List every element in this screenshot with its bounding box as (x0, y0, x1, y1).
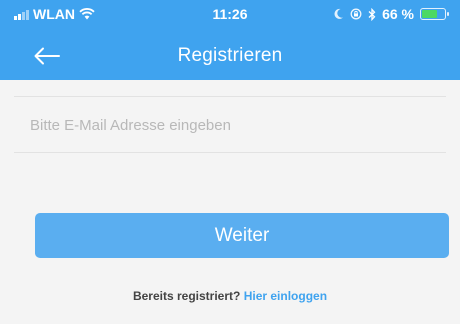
login-prompt: Bereits registriert? Hier einloggen (0, 289, 460, 303)
app-header: WLAN 11:26 66 % Registrieren (0, 0, 460, 80)
continue-button[interactable]: Weiter (35, 213, 449, 258)
battery-percent: 66 % (382, 6, 414, 22)
login-link[interactable]: Hier einloggen (244, 289, 327, 303)
divider-top (14, 96, 446, 97)
lock-rotation-icon (350, 8, 362, 20)
status-bar: WLAN 11:26 66 % (0, 0, 460, 26)
already-registered-text: Bereits registriert? (132, 289, 241, 303)
page-title: Registrieren (177, 45, 283, 66)
status-bar-right: 66 % (333, 6, 449, 22)
bluetooth-icon (368, 7, 376, 21)
moon-icon (334, 8, 344, 19)
battery-level-fill (422, 10, 437, 18)
battery-icon (420, 8, 449, 20)
email-input[interactable] (30, 113, 430, 137)
divider-bottom (14, 152, 446, 153)
navigation-bar: Registrieren (0, 36, 460, 76)
